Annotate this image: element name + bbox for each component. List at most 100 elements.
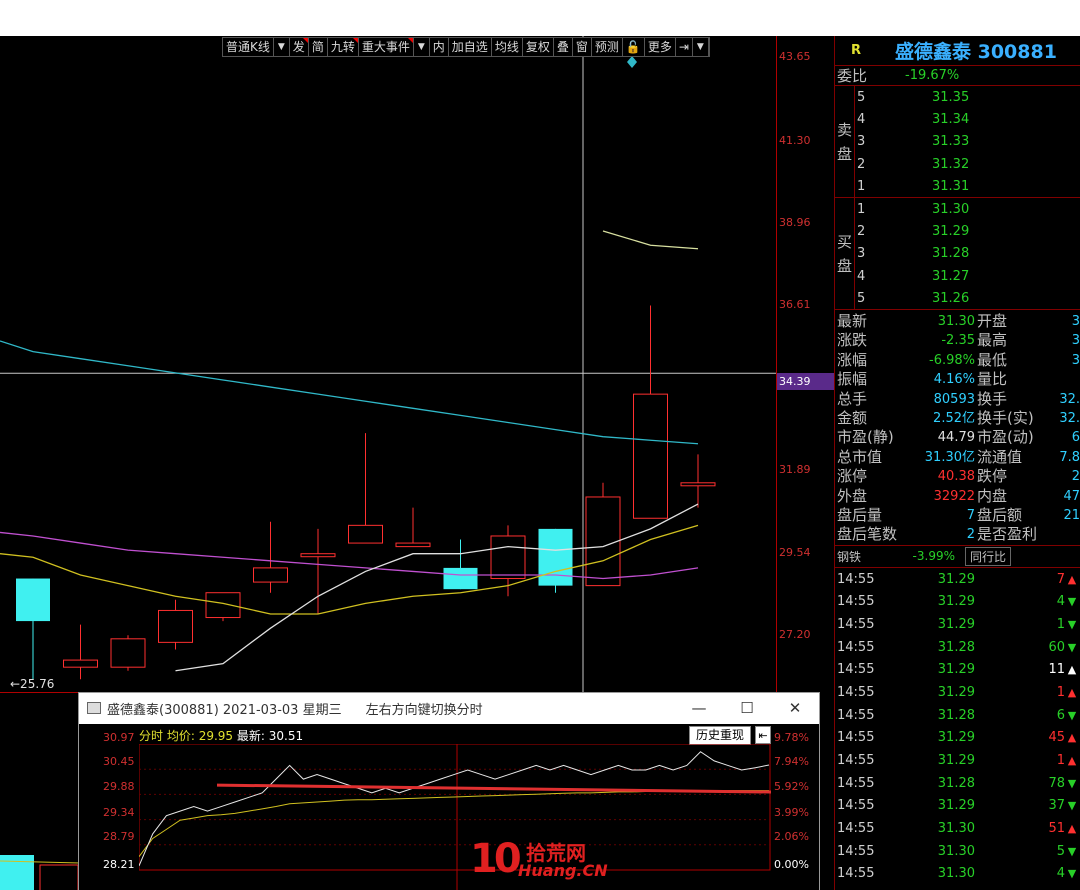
book-row[interactable]: 4 31.34	[857, 108, 1080, 130]
tick-volume: 78	[1048, 775, 1065, 791]
toolbar-button[interactable]: 更多	[645, 38, 676, 56]
book-row[interactable]: 5 31.26	[857, 288, 1080, 310]
book-row[interactable]: 2 31.29	[857, 220, 1080, 242]
toolbar-button[interactable]: 复权	[523, 38, 554, 56]
intraday-plot[interactable]	[139, 744, 771, 890]
toolbar-button[interactable]: 预测	[592, 38, 623, 56]
toolbar-button[interactable]: ⇥	[676, 38, 693, 56]
tick-row[interactable]: 14:55 31.28 60 ▼	[835, 636, 1080, 659]
tick-row[interactable]: 14:55 31.29 11 ▲	[835, 658, 1080, 681]
tick-price: 31.29	[937, 730, 975, 746]
chevron-down-icon[interactable]: ▼	[693, 38, 709, 56]
toolbar-button[interactable]: 重大事件	[359, 38, 414, 56]
toolbar-button[interactable]: 🔓	[623, 38, 645, 56]
candle-body	[585, 496, 621, 587]
candle-body	[443, 567, 478, 590]
candle-body	[633, 393, 668, 519]
quote-row: 金额 2.52亿 换手(实) 32.	[835, 409, 1080, 428]
book-row[interactable]: 3 31.33	[857, 131, 1080, 153]
chevron-down-icon[interactable]: ▼	[274, 38, 290, 56]
book-tag-char: 盘	[836, 257, 852, 275]
tick-row[interactable]: 14:55 31.30 5 ▼	[835, 840, 1080, 863]
quote-value: 2.52亿	[933, 410, 975, 426]
book-row[interactable]: 4 31.27	[857, 265, 1080, 287]
arrow-down-icon: ▼	[1067, 708, 1077, 722]
toolbar-button[interactable]: 发	[290, 38, 309, 56]
tick-row[interactable]: 14:55 31.30 51 ▲	[835, 817, 1080, 840]
tick-row[interactable]: 14:55 31.29 1 ▼	[835, 613, 1080, 636]
book-row[interactable]: 3 31.28	[857, 243, 1080, 265]
history-replay-button[interactable]: 历史重现	[689, 726, 752, 745]
tick-price: 31.28	[937, 639, 975, 655]
stock-name-code[interactable]: 盛德鑫泰 300881	[895, 37, 1057, 64]
quote-row: 盘后量 7 盘后额 21	[835, 506, 1080, 525]
quote-value: 31.30	[937, 314, 975, 329]
arrow-down-icon: ▼	[1067, 867, 1077, 881]
kline-plot[interactable]: ←25.76	[0, 36, 776, 692]
ma-olive-line	[602, 230, 699, 250]
tick-row[interactable]: 14:55 31.29 37 ▼	[835, 795, 1080, 818]
quote-value	[1045, 525, 1080, 544]
tick-row[interactable]: 14:55 31.29 1 ▲	[835, 749, 1080, 772]
book-price: 31.27	[932, 268, 970, 284]
toolbar-button[interactable]: 加自选	[449, 38, 492, 56]
tick-row[interactable]: 14:55 31.28 78 ▼	[835, 772, 1080, 795]
quote-value: 7.8	[1059, 449, 1080, 465]
peer-compare-button[interactable]: 同行比	[965, 546, 1012, 566]
book-rows: 5 31.35 4 31.34 3 31.33 2 31.32 1 31.31	[857, 86, 1080, 198]
tick-row[interactable]: 14:55 31.28 6 ▼	[835, 704, 1080, 727]
quote-key: 振幅	[837, 370, 868, 389]
toolbar-button[interactable]: 简	[309, 38, 328, 56]
tick-row[interactable]: 14:55 31.29 45 ▲	[835, 727, 1080, 750]
candle-body	[16, 578, 50, 622]
tick-row[interactable]: 14:55 31.29 1 ▲	[835, 681, 1080, 704]
quote-row: 涨停 40.38 跌停 2	[835, 467, 1080, 486]
book-price: 31.29	[932, 224, 970, 240]
maximize-button[interactable]: ☐	[723, 699, 771, 717]
window-top-strip	[0, 0, 1080, 36]
tick-row[interactable]: 14:55 31.29 7 ▲	[835, 568, 1080, 591]
intraday-popup-window[interactable]: 盛德鑫泰(300881) 2021-03-03 星期三 左右方向键切换分时 — …	[78, 692, 820, 890]
minimize-button[interactable]: —	[675, 699, 723, 717]
book-level: 3	[857, 246, 866, 262]
price-tick-label: 36.61	[779, 298, 811, 311]
volume-bar	[0, 855, 34, 890]
quote-value	[1045, 370, 1080, 389]
toolbar-button[interactable]: 窗	[573, 38, 592, 56]
quote-row: 涨跌 -2.35 最高 3	[835, 331, 1080, 350]
tick-price: 31.29	[937, 662, 975, 678]
quote-value: 31.30亿	[924, 449, 975, 465]
quote-value: 4.16%	[933, 372, 975, 388]
close-button[interactable]: ✕	[771, 699, 819, 717]
tick-row[interactable]: 14:55 31.29 4 ▼	[835, 590, 1080, 613]
tick-list[interactable]: 14:55 31.29 7 ▲ 14:55 31.29 4 ▼ 14:55 31.29 1 ▼ 14:5…	[835, 568, 1080, 886]
toolbar-button[interactable]: 叠	[554, 38, 573, 56]
quote-value: 7	[966, 507, 975, 523]
collapse-icon[interactable]: ⇤	[755, 726, 771, 744]
app-icon	[87, 702, 101, 714]
toolbar-button[interactable]: 九转	[328, 38, 359, 56]
chevron-down-icon[interactable]: ▼	[414, 38, 430, 56]
tick-time: 14:55	[837, 616, 875, 632]
book-row[interactable]: 2 31.32	[857, 153, 1080, 175]
tick-volume: 45	[1048, 730, 1065, 746]
quote-key: 总手	[837, 389, 868, 408]
toolbar-button[interactable]: 普通K线	[223, 38, 274, 56]
tick-time: 14:55	[837, 662, 875, 678]
tick-row[interactable]: 14:55 31.30 4 ▼	[835, 863, 1080, 886]
popup-titlebar[interactable]: 盛德鑫泰(300881) 2021-03-03 星期三 左右方向键切换分时 — …	[79, 693, 819, 723]
book-level: 1	[857, 179, 866, 195]
book-row[interactable]: 1 31.30	[857, 198, 1080, 220]
quote-key: 盘后量	[837, 505, 883, 524]
toolbar-button[interactable]: 均线	[492, 38, 523, 56]
book-row[interactable]: 1 31.31	[857, 176, 1080, 198]
price-tick-label: 31.89	[779, 463, 811, 476]
toolbar-button[interactable]: 内	[430, 38, 449, 56]
watermark-number: 10	[470, 836, 522, 882]
latest-label: 最新:	[236, 729, 269, 743]
intraday-chart[interactable]: 分时 均价: 29.95 最新: 30.51 历史重现 ⇤ 30.97 30.45…	[79, 724, 819, 890]
book-row[interactable]: 5 31.35	[857, 86, 1080, 108]
book-price: 31.26	[932, 291, 970, 307]
book-level: 4	[857, 112, 866, 128]
kline-chart[interactable]: ←25.76	[0, 36, 776, 692]
